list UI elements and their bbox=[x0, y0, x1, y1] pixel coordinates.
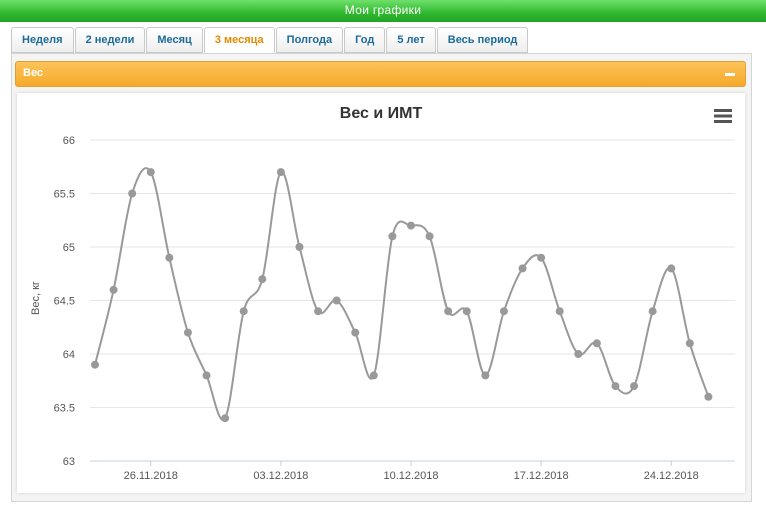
data-point[interactable] bbox=[667, 264, 676, 273]
data-point[interactable] bbox=[165, 253, 174, 262]
x-tick-label: 26.11.2018 bbox=[124, 470, 178, 482]
chart-title: Вес и ИМТ bbox=[340, 105, 423, 122]
data-point[interactable] bbox=[407, 221, 415, 230]
y-axis: 63 63.5 64 64.5 65 65.5 66 bbox=[54, 135, 75, 468]
panel-header: Вес bbox=[15, 61, 746, 87]
data-point[interactable] bbox=[109, 285, 118, 294]
data-point[interactable] bbox=[202, 371, 211, 380]
data-point[interactable] bbox=[276, 168, 285, 177]
y-axis-label: Вес, кг bbox=[30, 281, 42, 315]
minus-icon[interactable] bbox=[725, 73, 735, 76]
data-points bbox=[91, 168, 713, 423]
data-point[interactable] bbox=[314, 307, 323, 316]
tab-3-months[interactable]: 3 месяца bbox=[203, 27, 275, 53]
y-tick-label: 64 bbox=[63, 349, 75, 361]
data-point[interactable] bbox=[221, 414, 230, 423]
data-point[interactable] bbox=[592, 339, 601, 348]
tab-5-years[interactable]: 5 лет bbox=[386, 27, 436, 53]
data-point[interactable] bbox=[630, 382, 639, 391]
x-tick-label: 24.12.2018 bbox=[644, 470, 699, 482]
data-point[interactable] bbox=[648, 307, 657, 316]
period-tabs: Неделя 2 недели Месяц 3 месяца Полгода Г… bbox=[11, 27, 529, 53]
x-tick-label: 17.12.2018 bbox=[514, 470, 569, 482]
x-tick-label: 03.12.2018 bbox=[253, 470, 308, 482]
data-point[interactable] bbox=[351, 328, 360, 337]
data-point[interactable] bbox=[462, 307, 471, 316]
grid bbox=[90, 139, 735, 462]
data-point[interactable] bbox=[425, 232, 434, 241]
weight-chart: Вес и ИМТ Вес, кг 63 63.5 64 64.5 65 65.5 66 2… bbox=[30, 105, 735, 482]
y-tick-label: 66 bbox=[63, 135, 75, 147]
tab-year[interactable]: Год bbox=[344, 27, 386, 53]
data-point[interactable] bbox=[555, 307, 564, 316]
data-point[interactable] bbox=[332, 296, 341, 305]
data-point[interactable] bbox=[685, 339, 694, 348]
data-point[interactable] bbox=[537, 253, 546, 262]
hamburger-menu-icon[interactable] bbox=[714, 109, 732, 123]
data-point[interactable] bbox=[91, 360, 99, 369]
y-tick-label: 63 bbox=[63, 456, 75, 468]
y-tick-label: 63.5 bbox=[54, 403, 75, 415]
data-point[interactable] bbox=[369, 371, 378, 380]
data-point[interactable] bbox=[499, 307, 508, 316]
data-point[interactable] bbox=[183, 328, 192, 337]
data-point[interactable] bbox=[146, 168, 155, 177]
panel-title: Вес bbox=[23, 67, 44, 79]
tab-half-year[interactable]: Полгода bbox=[275, 27, 344, 53]
page-title: Мои графики bbox=[0, 0, 766, 22]
y-tick-label: 64.5 bbox=[54, 296, 75, 308]
data-point[interactable] bbox=[611, 382, 620, 391]
data-point[interactable] bbox=[481, 371, 490, 380]
data-point[interactable] bbox=[258, 275, 267, 284]
y-tick-label: 65.5 bbox=[54, 189, 75, 201]
data-point[interactable] bbox=[388, 232, 397, 241]
data-point[interactable] bbox=[518, 264, 527, 273]
tab-2-weeks[interactable]: 2 недели bbox=[74, 27, 146, 53]
x-tick-label: 10.12.2018 bbox=[383, 470, 438, 482]
chart-container: Вес и ИМТ Вес, кг 63 63.5 64 64.5 65 65.5 66 2… bbox=[17, 93, 745, 493]
data-point[interactable] bbox=[295, 243, 304, 251]
tab-all-time[interactable]: Весь период bbox=[436, 27, 529, 53]
y-tick-label: 65 bbox=[63, 242, 75, 254]
data-point[interactable] bbox=[704, 392, 713, 401]
data-point[interactable] bbox=[574, 350, 583, 358]
data-point[interactable] bbox=[239, 307, 248, 316]
tab-month[interactable]: Месяц bbox=[146, 27, 203, 53]
x-axis: 26.11.2018 03.12.2018 10.12.2018 17.12.2018… bbox=[124, 461, 699, 482]
data-point[interactable] bbox=[444, 307, 453, 316]
data-point[interactable] bbox=[128, 189, 137, 198]
tab-week[interactable]: Неделя bbox=[11, 27, 74, 53]
